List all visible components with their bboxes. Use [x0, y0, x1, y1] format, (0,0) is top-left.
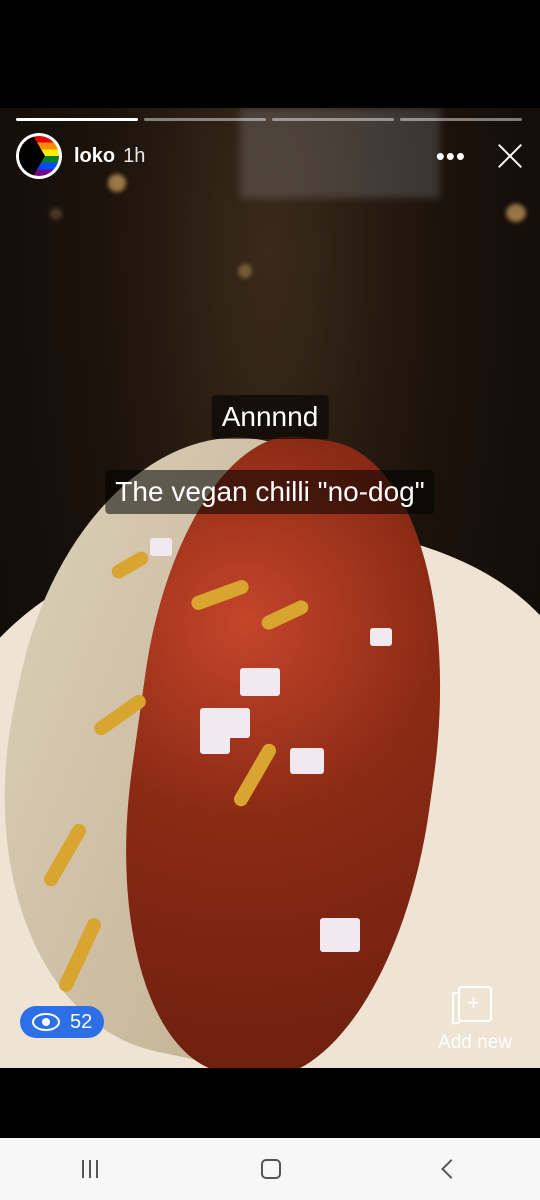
story-progress-bar	[16, 118, 522, 121]
home-icon[interactable]	[260, 1159, 281, 1179]
status-bar-area	[0, 0, 540, 108]
story-viewer[interactable]: loko 1h ••• Annnnd The vegan chilli "no-…	[0, 108, 540, 1068]
views-count: 52	[70, 1010, 93, 1033]
post-time: 1h	[123, 144, 146, 167]
story-caption: Annnnd	[211, 395, 329, 439]
onion-piece	[240, 668, 280, 696]
onion-piece	[150, 538, 172, 556]
eye-icon	[32, 1013, 60, 1031]
avatar[interactable]	[16, 133, 62, 179]
bokeh-light	[506, 204, 526, 222]
system-navigation-bar	[0, 1138, 540, 1200]
add-story-icon	[452, 986, 493, 1025]
more-horizontal-icon[interactable]: •••	[436, 143, 466, 169]
onion-piece	[290, 748, 324, 774]
views-badge[interactable]: 52	[20, 1006, 105, 1038]
progress-pride-flag-icon	[19, 136, 59, 176]
progress-segment	[272, 118, 394, 121]
back-icon[interactable]	[441, 1159, 462, 1179]
close-icon[interactable]	[496, 142, 524, 170]
onion-piece	[370, 628, 392, 646]
recent-apps-icon[interactable]	[81, 1160, 98, 1178]
progress-segment	[144, 118, 266, 121]
progress-segment	[16, 118, 138, 121]
bokeh-light	[238, 264, 252, 278]
onion-piece	[320, 918, 360, 952]
add-new-button[interactable]: Add new	[438, 986, 512, 1054]
story-caption: The vegan chilli "no-dog"	[105, 470, 435, 514]
add-new-label: Add new	[438, 1032, 512, 1053]
story-header: loko 1h •••	[16, 132, 524, 180]
progress-segment	[400, 118, 522, 121]
username[interactable]: loko	[74, 145, 115, 168]
onion-piece	[200, 728, 230, 754]
bokeh-light	[50, 208, 62, 220]
bottom-spacer	[0, 1068, 540, 1138]
